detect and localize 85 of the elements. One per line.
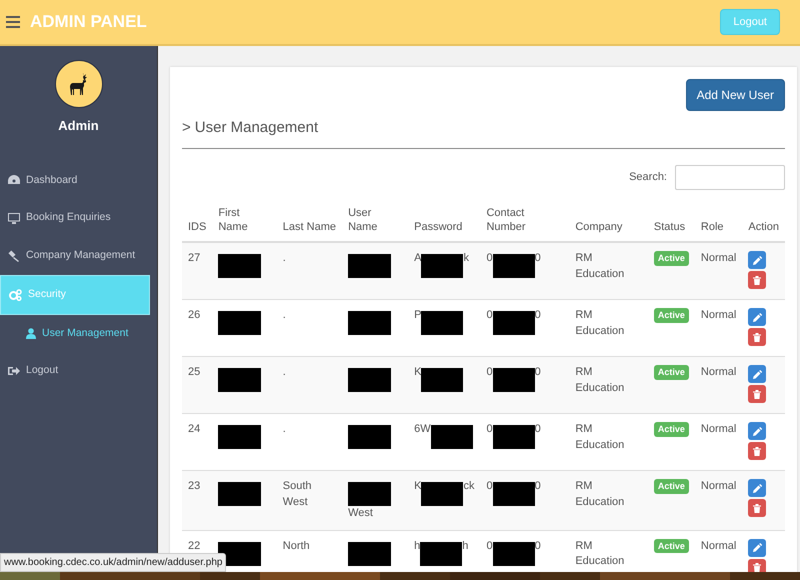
cell-text: h: [462, 540, 468, 552]
cell-text: West: [348, 507, 373, 520]
edit-button[interactable]: [748, 365, 766, 384]
status-badge: Active: [654, 308, 689, 323]
trash-icon: [753, 504, 762, 513]
gavel-icon: [8, 250, 20, 262]
cell-text: 0: [534, 423, 541, 436]
status-badge: Active: [654, 365, 689, 380]
table-cell: RM Education: [569, 470, 648, 530]
cell-text: P: [414, 309, 422, 322]
cell-text: 0: [534, 480, 541, 492]
trash-icon: [753, 563, 762, 572]
sidebar-item[interactable]: Company Management: [0, 237, 150, 275]
delete-button[interactable]: [748, 558, 766, 572]
table-cell: .: [276, 356, 342, 414]
table-cell: RM Education: [569, 242, 648, 300]
cell-text: 0: [486, 540, 493, 552]
cell-text: A: [414, 252, 422, 264]
status-badge: Active: [654, 422, 689, 437]
cell-text: K: [414, 480, 422, 492]
cell-text: k: [463, 252, 469, 264]
table-cell: 23: [182, 470, 212, 530]
pencil-icon: [752, 312, 762, 322]
logout-icon: [8, 366, 20, 376]
delete-button[interactable]: [748, 328, 766, 346]
search-label: Search:: [629, 170, 667, 185]
page-title: User Management: [194, 118, 318, 138]
edit-button[interactable]: [748, 538, 766, 557]
table-cell: Normal: [694, 356, 742, 414]
cell-text: 0: [486, 252, 493, 264]
cell-text: 0: [486, 366, 493, 378]
edit-button[interactable]: [748, 251, 766, 270]
breadcrumb-marker: >: [182, 118, 191, 138]
delete-button[interactable]: [748, 499, 766, 518]
edit-button[interactable]: [748, 422, 766, 440]
user-name: Admin: [58, 117, 99, 135]
delete-button[interactable]: [748, 271, 766, 290]
cell-text: 0: [534, 540, 541, 552]
table-cell: Normal: [694, 470, 742, 530]
table-cell: Normal: [694, 242, 742, 300]
pencil-icon: [752, 484, 762, 493]
table-cell: RM Education: [569, 356, 648, 414]
add-user-button[interactable]: Add New User: [686, 79, 785, 111]
cell-text: 6W: [414, 423, 431, 436]
cell-text: 0: [534, 366, 541, 378]
cell-text: K: [414, 366, 422, 378]
cell-text: ck: [463, 480, 474, 492]
trash-icon: [753, 446, 762, 456]
edit-button[interactable]: [748, 479, 766, 498]
status-badge: Active: [654, 479, 689, 494]
cell-text: h: [414, 540, 420, 552]
status-url: www.booking.cdec.co.uk/admin/new/adduser.php: [0, 553, 226, 572]
pencil-icon: [752, 543, 762, 552]
table-cell: 25: [182, 356, 212, 414]
monitor-icon: [8, 212, 20, 224]
delete-button[interactable]: [748, 442, 766, 460]
table-cell: 27: [182, 242, 212, 300]
sidebar-item[interactable]: Dashboard: [0, 162, 150, 200]
edit-button[interactable]: [748, 308, 766, 326]
search-field[interactable]: [675, 164, 785, 190]
gears-icon: [9, 288, 22, 301]
status-badge: Active: [654, 251, 689, 266]
deer-icon: [68, 72, 90, 96]
status-badge: Active: [654, 538, 689, 554]
cell-text: 0: [534, 252, 541, 264]
user-icon: [26, 328, 36, 339]
table-cell: South West: [276, 470, 342, 530]
submenu-item[interactable]: User Management: [0, 314, 150, 352]
table-cell: .: [276, 242, 342, 300]
delete-button[interactable]: [748, 385, 766, 404]
pencil-icon: [752, 256, 762, 265]
dashboard-icon: [8, 175, 20, 186]
cell-text: 0: [486, 309, 493, 322]
menu-icon[interactable]: [6, 16, 20, 28]
sidebar-item[interactable]: Booking Enquiries: [0, 199, 150, 237]
cell-text: 0: [534, 309, 541, 322]
trash-icon: [753, 276, 762, 285]
sidebar-item[interactable]: Logout: [0, 352, 150, 390]
trash-icon: [753, 390, 762, 399]
cell-text: 0: [486, 480, 493, 492]
trash-icon: [753, 332, 762, 342]
pencil-icon: [752, 370, 762, 379]
cell-text: 0: [486, 423, 493, 436]
app-title: ADMIN PANEL: [30, 11, 147, 34]
pencil-icon: [752, 426, 762, 436]
